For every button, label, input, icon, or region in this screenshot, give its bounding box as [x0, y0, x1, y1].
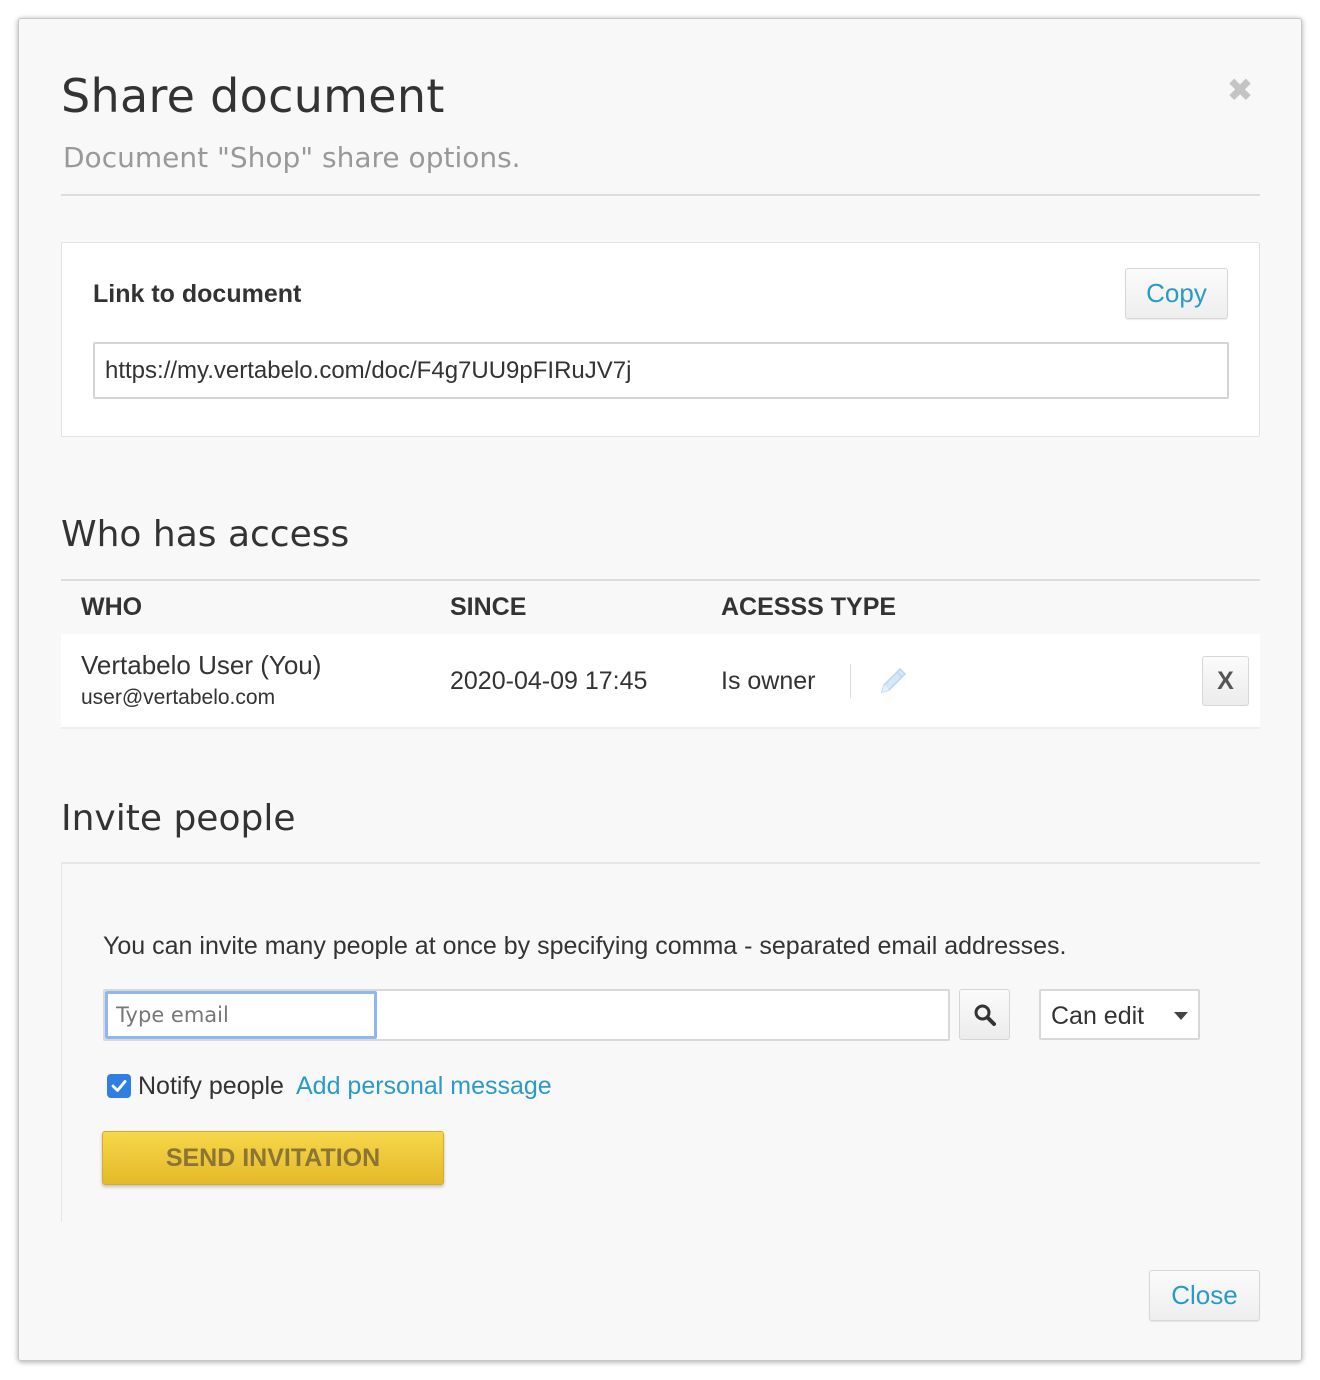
table-row: Vertabelo User (You) user@vertabelo.com …	[61, 634, 1260, 729]
email-token-field[interactable]	[103, 989, 950, 1041]
user-email: user@vertabelo.com	[81, 686, 276, 709]
dialog-subtitle: Document "Shop" share options.	[63, 141, 521, 174]
access-section-title: Who has access	[61, 514, 350, 555]
link-panel: Link to document Copy https://my.vertabe…	[61, 242, 1260, 437]
document-link-field[interactable]: https://my.vertabelo.com/doc/F4g7UU9pFIR…	[93, 342, 1229, 399]
close-x-icon[interactable]: ✖	[1225, 74, 1255, 106]
notify-label: Notify people	[138, 1072, 284, 1100]
divider	[850, 664, 851, 698]
checkmark-icon	[111, 1080, 127, 1092]
pencil-icon[interactable]	[876, 664, 910, 698]
column-header-who: WHO	[81, 593, 143, 621]
header-divider	[61, 194, 1260, 196]
permission-value: Can edit	[1051, 1002, 1145, 1030]
access-table: WHO SINCE ACESSS TYPE Vertabelo User (Yo…	[61, 579, 1260, 729]
invite-hint: You can invite many people at once by sp…	[103, 932, 1067, 960]
access-type: Is owner	[721, 667, 816, 695]
remove-access-button[interactable]: X	[1202, 656, 1249, 706]
user-name: Vertabelo User (You)	[81, 650, 322, 680]
dialog-title: Share document	[61, 69, 445, 123]
chevron-down-icon	[1174, 1012, 1188, 1020]
invite-section-title: Invite people	[61, 798, 296, 839]
share-dialog: Share document Document "Shop" share opt…	[18, 18, 1302, 1361]
email-input[interactable]	[105, 991, 377, 1039]
search-icon	[974, 1004, 996, 1026]
link-label: Link to document	[93, 280, 302, 308]
notify-checkbox[interactable]	[107, 1074, 131, 1098]
column-header-since: SINCE	[450, 593, 527, 621]
copy-button[interactable]: Copy	[1125, 268, 1228, 319]
search-button[interactable]	[959, 989, 1010, 1040]
send-invitation-button[interactable]: SEND INVITATION	[102, 1131, 444, 1185]
invite-panel: You can invite many people at once by sp…	[61, 862, 1260, 1222]
close-button[interactable]: Close	[1149, 1270, 1260, 1321]
add-personal-message-link[interactable]: Add personal message	[296, 1072, 552, 1101]
column-header-access-type: ACESSS TYPE	[721, 593, 897, 621]
access-since: 2020-04-09 17:45	[450, 667, 648, 695]
permission-select[interactable]: Can edit	[1039, 989, 1200, 1040]
table-header: WHO SINCE ACESSS TYPE	[61, 579, 1260, 634]
